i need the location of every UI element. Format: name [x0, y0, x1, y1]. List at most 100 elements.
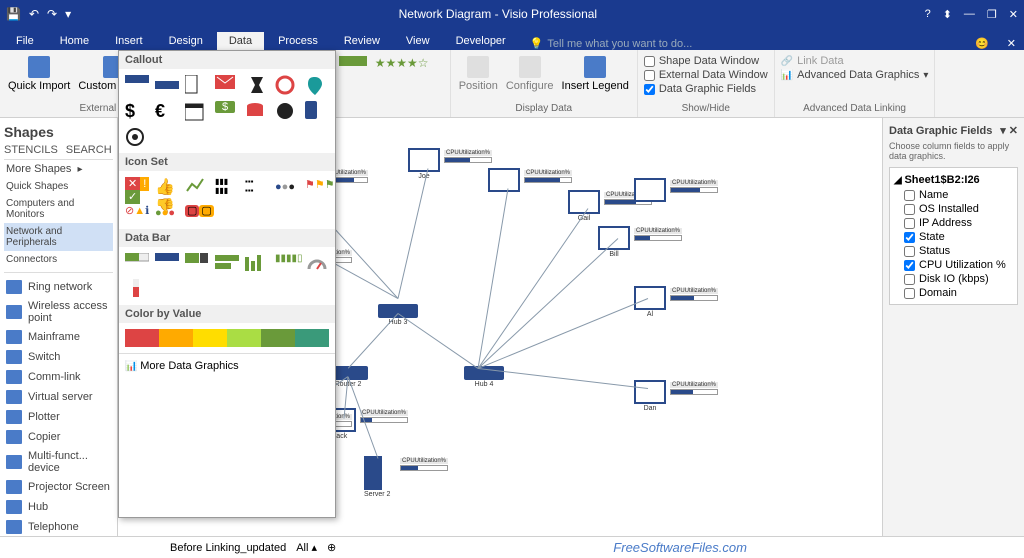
tab-process[interactable]: Process — [266, 32, 330, 50]
tab-developer[interactable]: Developer — [444, 32, 518, 50]
maximize-icon[interactable]: ❐ — [987, 8, 997, 21]
diagram-node[interactable] — [488, 168, 520, 193]
field-checkbox[interactable]: Name — [894, 188, 1013, 202]
cat-quick-shapes[interactable]: Quick Shapes — [4, 178, 113, 195]
connector-line[interactable] — [478, 188, 509, 368]
save-icon[interactable]: 💾 — [6, 7, 21, 21]
callout-item[interactable] — [305, 101, 329, 121]
diagram-node[interactable]: Server 2 — [364, 456, 390, 498]
tab-insert[interactable]: Insert — [103, 32, 155, 50]
help-icon[interactable]: ? — [925, 8, 931, 21]
iconset-item[interactable] — [185, 177, 209, 197]
callout-item[interactable]: $ — [215, 101, 239, 121]
databar-item[interactable] — [125, 253, 149, 273]
gallery-item[interactable] — [339, 56, 367, 66]
shape-stencil-item[interactable]: Comm-link — [4, 367, 113, 387]
more-shapes[interactable]: More Shapes ▸ — [4, 160, 113, 178]
shape-stencil-item[interactable]: Wireless access point — [4, 297, 113, 327]
iconset-item[interactable]: ▢▢ — [185, 203, 209, 223]
callout-item[interactable]: € — [155, 101, 179, 121]
all-tab[interactable]: All ▴ — [296, 541, 317, 554]
callout-item[interactable] — [185, 101, 209, 121]
field-checkbox[interactable]: IP Address — [894, 216, 1013, 230]
field-checkbox[interactable]: OS Installed — [894, 202, 1013, 216]
tell-me-search[interactable]: 💡 Tell me what you want to do... — [530, 37, 693, 50]
databar-item[interactable] — [305, 253, 329, 273]
tab-data[interactable]: Data — [217, 32, 264, 50]
callout-item[interactable] — [125, 75, 149, 95]
callout-item[interactable] — [185, 75, 209, 95]
shape-stencil-item[interactable]: Virtual server — [4, 387, 113, 407]
callout-item[interactable] — [245, 75, 269, 95]
more-data-graphics[interactable]: 📊 More Data Graphics — [119, 353, 335, 378]
callout-item[interactable] — [275, 101, 299, 121]
undo-icon[interactable]: ↶ — [29, 7, 39, 21]
iconset-item[interactable]: ●●● — [155, 203, 179, 223]
advanced-data-graphics-button[interactable]: 📊 Advanced Data Graphics ▾ — [781, 68, 929, 82]
tab-file[interactable]: File — [4, 32, 46, 50]
quick-import-button[interactable]: Quick Import — [6, 54, 72, 94]
diagram-node[interactable]: Dan — [634, 380, 666, 412]
shape-data-window-checkbox[interactable]: Shape Data Window — [644, 54, 768, 68]
cat-computers[interactable]: Computers and Monitors — [4, 195, 113, 223]
field-checkbox[interactable]: CPU Utilization % — [894, 258, 1013, 272]
ribbon-collapse-icon[interactable]: ⬍ — [943, 8, 952, 21]
callout-item[interactable] — [125, 127, 149, 147]
cat-network[interactable]: Network and Peripherals — [4, 223, 113, 251]
databar-item[interactable] — [125, 279, 149, 299]
connector-line[interactable] — [478, 238, 619, 369]
share-icon[interactable]: ✕ — [999, 37, 1024, 50]
connector-line[interactable] — [398, 168, 429, 298]
shape-stencil-item[interactable]: Projector Screen — [4, 477, 113, 497]
databar-item[interactable] — [185, 253, 209, 273]
iconset-item[interactable]: ●●● — [275, 177, 299, 197]
shape-stencil-item[interactable]: Hub — [4, 497, 113, 517]
add-sheet-icon[interactable]: ⊕ — [327, 541, 336, 554]
insert-legend-button[interactable]: Insert Legend — [560, 54, 631, 94]
redo-icon[interactable]: ↷ — [47, 7, 57, 21]
iconset-item[interactable]: ▪▪▪▪▪▪ — [245, 177, 269, 197]
shape-stencil-item[interactable]: Mainframe — [4, 327, 113, 347]
diagram-node[interactable]: Gail — [568, 190, 600, 222]
tab-view[interactable]: View — [394, 32, 442, 50]
iconset-item[interactable]: ▮▮▮▮▮▮ — [215, 177, 239, 197]
callout-item[interactable]: $ — [125, 101, 149, 121]
databar-item[interactable] — [215, 253, 239, 273]
tab-design[interactable]: Design — [157, 32, 215, 50]
stencils-tab[interactable]: STENCILS — [4, 144, 58, 156]
shape-stencil-item[interactable]: Copier — [4, 427, 113, 447]
connector-line[interactable] — [398, 313, 479, 369]
iconset-item[interactable]: 👍👎 — [155, 177, 179, 197]
callout-item[interactable] — [275, 75, 299, 95]
diagram-node[interactable] — [634, 178, 666, 203]
shape-stencil-item[interactable]: Switch — [4, 347, 113, 367]
field-checkbox[interactable]: Disk IO (kbps) — [894, 272, 1013, 286]
databar-item[interactable] — [245, 253, 269, 273]
field-checkbox[interactable]: Status — [894, 244, 1013, 258]
connector-line[interactable] — [478, 298, 648, 369]
connector-line[interactable] — [348, 313, 399, 369]
iconset-item[interactable]: ⊘▲ℹ — [125, 203, 149, 223]
callout-item[interactable] — [155, 75, 179, 95]
minimize-icon[interactable]: — — [964, 8, 975, 21]
close-icon[interactable]: ✕ — [1009, 8, 1018, 21]
field-checkbox[interactable]: Domain — [894, 286, 1013, 300]
shape-stencil-item[interactable]: Ring network — [4, 277, 113, 297]
diagram-node[interactable]: Joe — [408, 148, 440, 180]
panel-controls[interactable]: ▾ ✕ — [1000, 124, 1018, 137]
data-graphic-fields-checkbox[interactable]: Data Graphic Fields — [644, 82, 768, 96]
field-checkbox[interactable]: State — [894, 230, 1013, 244]
databar-item[interactable] — [155, 253, 179, 273]
databar-item[interactable]: ▮▮▮▮▯ — [275, 253, 299, 273]
color-scale[interactable] — [125, 329, 329, 347]
shape-stencil-item[interactable]: Plotter — [4, 407, 113, 427]
iconset-item[interactable]: ✕!✓ — [125, 177, 149, 197]
search-tab[interactable]: SEARCH — [66, 144, 112, 156]
gallery-item[interactable]: ★★★★☆ — [375, 56, 429, 70]
tab-review[interactable]: Review — [332, 32, 392, 50]
callout-item[interactable] — [245, 101, 269, 121]
shape-stencil-item[interactable]: Multi-funct... device — [4, 447, 113, 477]
callout-item[interactable] — [215, 75, 239, 95]
iconset-item[interactable]: ⚑⚑⚑ — [305, 177, 329, 197]
callout-item[interactable] — [305, 75, 329, 95]
